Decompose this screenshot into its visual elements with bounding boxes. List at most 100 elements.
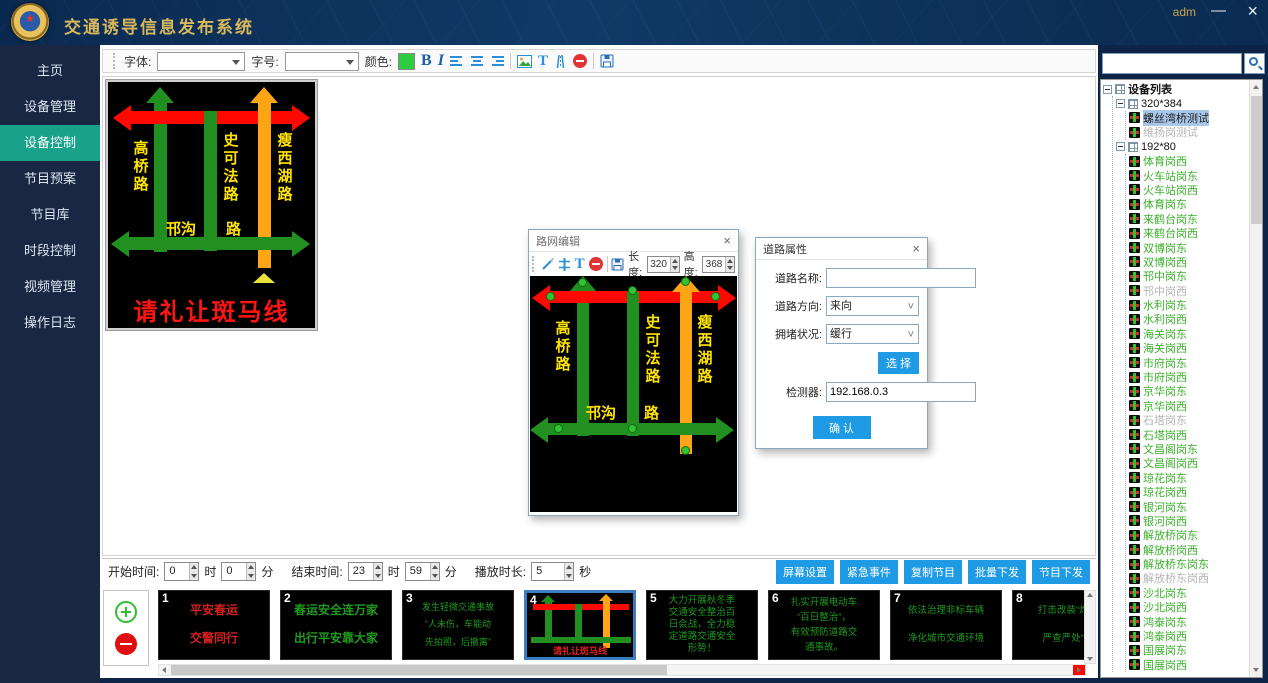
vertical-scrollbar-thumb[interactable]: [1251, 96, 1262, 224]
handle-dot[interactable]: [681, 277, 690, 286]
device-tree-item[interactable]: 双博岗西: [1129, 255, 1248, 269]
scroll-right-icon[interactable]: [1073, 665, 1085, 675]
handle-dot[interactable]: [554, 424, 563, 433]
action-button[interactable]: 批量下发: [968, 560, 1026, 584]
sidebar-item[interactable]: 操作日志: [0, 305, 100, 341]
device-tree-item[interactable]: 石塔岗西: [1129, 427, 1248, 441]
handle-dot[interactable]: [628, 424, 637, 433]
sidebar-item[interactable]: 设备控制: [0, 125, 100, 161]
confirm-button[interactable]: 确 认: [813, 416, 871, 439]
align-center-icon[interactable]: [470, 55, 484, 67]
road-editor-canvas[interactable]: 高桥路 史可法路 瘦西湖路 邗沟 路: [530, 276, 737, 512]
font-select[interactable]: [157, 52, 245, 71]
device-tree-item[interactable]: 国展岗西: [1129, 658, 1248, 672]
playlist-item[interactable]: 6 扎实开展电动车 “百日整治”， 有效预防道路交 通事故。: [768, 590, 880, 660]
delete-icon[interactable]: [573, 54, 587, 68]
select-button[interactable]: 选 择: [878, 352, 919, 374]
device-tree-item[interactable]: 京华岗东: [1129, 384, 1248, 398]
duration-stepper[interactable]: 5: [531, 562, 574, 581]
device-tree-item[interactable]: 维扬岗测试: [1129, 125, 1248, 139]
minimize-icon[interactable]: —: [1211, 1, 1226, 21]
text-tool-icon[interactable]: T: [575, 256, 585, 273]
playlist-item[interactable]: 5 大力开展秋冬季 交通安全整治百 日会战，全力稳 定道路交通安全 形势！: [646, 590, 758, 660]
handle-dot[interactable]: [681, 446, 690, 455]
device-tree-item[interactable]: 京华岗西: [1129, 399, 1248, 413]
handle-dot[interactable]: [628, 286, 637, 295]
detector-input[interactable]: [826, 382, 976, 402]
horizontal-scrollbar-thumb[interactable]: [171, 665, 667, 675]
tree-expander-icon[interactable]: [1116, 142, 1125, 151]
device-tree-item[interactable]: 银河岗东: [1129, 499, 1248, 513]
device-tree-item[interactable]: 螺丝湾桥测试: [1129, 111, 1248, 125]
congestion-select[interactable]: 缓行: [826, 324, 919, 344]
save-icon[interactable]: [611, 258, 624, 271]
device-tree-item[interactable]: 火车站岗西: [1129, 183, 1248, 197]
delete-icon[interactable]: [589, 257, 603, 271]
device-tree-item[interactable]: 沙北岗西: [1129, 600, 1248, 614]
sidebar-item[interactable]: 时段控制: [0, 233, 100, 269]
road-segment-icon[interactable]: [558, 258, 571, 271]
tree-expander-icon[interactable]: [1103, 85, 1112, 94]
playlist-item[interactable]: 3 发生轻微交通事故 “人未伤，车能动 先拍照，后撤离”: [402, 590, 514, 660]
action-button[interactable]: 节目下发: [1032, 560, 1090, 584]
road-name-input[interactable]: [826, 268, 976, 288]
device-tree-item[interactable]: 国展岗东: [1129, 643, 1248, 657]
align-right-icon[interactable]: [490, 55, 504, 67]
handle-dot[interactable]: [546, 292, 555, 301]
image-icon[interactable]: [517, 55, 532, 68]
scroll-up-icon[interactable]: [1253, 85, 1259, 89]
device-tree-item[interactable]: 水利岗西: [1129, 312, 1248, 326]
road-tool-icon[interactable]: [554, 55, 567, 68]
scroll-left-icon[interactable]: [159, 665, 171, 675]
sidebar-item[interactable]: 设备管理: [0, 89, 100, 125]
sidebar-item[interactable]: 视频管理: [0, 269, 100, 305]
device-tree-item[interactable]: 邗中岗东: [1129, 269, 1248, 283]
search-button[interactable]: [1244, 53, 1265, 74]
device-tree-item[interactable]: 体育岗西: [1129, 154, 1248, 168]
bold-button[interactable]: B: [421, 52, 432, 70]
handle-dot[interactable]: [711, 292, 720, 301]
scroll-down-icon[interactable]: [1087, 657, 1093, 661]
device-tree-item[interactable]: 市府岗东: [1129, 355, 1248, 369]
device-tree-scrollbar[interactable]: [1249, 80, 1262, 677]
device-tree-item[interactable]: 琼花岗东: [1129, 471, 1248, 485]
device-group[interactable]: 192*80: [1116, 140, 1248, 154]
logged-in-user[interactable]: adm: [1173, 5, 1196, 19]
close-icon[interactable]: ×: [1247, 1, 1258, 21]
device-tree-item[interactable]: 文昌阁岗东: [1129, 442, 1248, 456]
device-tree-item[interactable]: 解放桥东岗东: [1129, 557, 1248, 571]
playlist-item[interactable]: 8 打击改装“炸街 严查严处“机: [1012, 590, 1086, 660]
action-button[interactable]: 屏幕设置: [776, 560, 834, 584]
remove-program-button[interactable]: [115, 633, 137, 655]
italic-button[interactable]: I: [438, 52, 444, 70]
playlist-item[interactable]: 1 平安春运 交警同行: [158, 590, 270, 660]
device-tree-item[interactable]: 市府岗西: [1129, 370, 1248, 384]
add-program-button[interactable]: [115, 601, 137, 623]
save-icon[interactable]: [600, 54, 614, 68]
text-tool-icon[interactable]: T: [538, 53, 548, 70]
device-tree-item[interactable]: 沙北岗东: [1129, 586, 1248, 600]
end-minute-stepper[interactable]: 59: [405, 562, 440, 581]
dialog-titlebar[interactable]: 道路属性 ×: [756, 238, 927, 260]
playlist-item[interactable]: 4 请礼让斑马线: [524, 590, 636, 660]
device-tree-item[interactable]: 双博岗东: [1129, 240, 1248, 254]
playlist-item[interactable]: 2 春运安全连万家 出行平安靠大家: [280, 590, 392, 660]
playlist-item[interactable]: 7 依法治理非标车辆 净化城市交通环境: [890, 590, 1002, 660]
device-tree-item[interactable]: 鸿泰岗东: [1129, 614, 1248, 628]
close-icon[interactable]: ×: [723, 233, 731, 248]
color-swatch[interactable]: [398, 53, 415, 70]
playlist-horizontal-scrollbar[interactable]: [158, 664, 1086, 676]
sign-preview[interactable]: 高桥路 史可法路 瘦西湖路 邗沟 路 请礼让斑马线: [106, 80, 317, 330]
device-tree-item[interactable]: 解放桥岗东: [1129, 528, 1248, 542]
device-tree-item[interactable]: 文昌阁岗西: [1129, 456, 1248, 470]
action-button[interactable]: 复制节目: [904, 560, 962, 584]
device-tree-root[interactable]: 设备列表: [1103, 82, 1248, 96]
sidebar-item[interactable]: 主页: [0, 53, 100, 89]
device-tree-item[interactable]: 解放桥岗西: [1129, 543, 1248, 557]
length-stepper[interactable]: 320: [647, 256, 680, 273]
playlist-vertical-scrollbar[interactable]: [1084, 590, 1096, 664]
device-tree-item[interactable]: 火车站岗东: [1129, 168, 1248, 182]
pen-icon[interactable]: [541, 258, 554, 271]
start-hour-stepper[interactable]: 0: [164, 562, 199, 581]
device-tree-item[interactable]: 鸿泰岗西: [1129, 629, 1248, 643]
